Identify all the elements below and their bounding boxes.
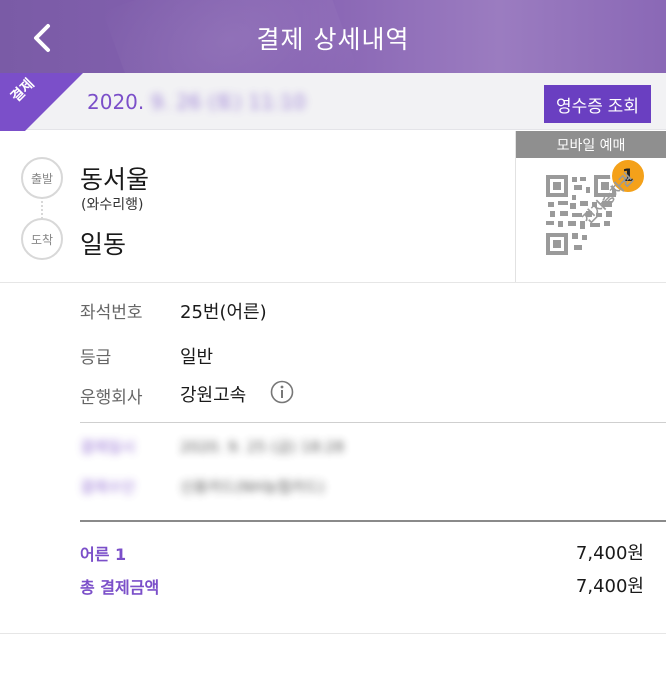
total-amount-label: 총 결제금액: [80, 578, 160, 597]
payment-date-blurred: 9. 26 (토) 11:10: [144, 90, 306, 114]
page-title: 결제 상세내역: [256, 25, 410, 54]
payment-method-label: 결제수단: [80, 478, 136, 496]
details-divider: [80, 422, 666, 423]
receipt-button[interactable]: 영수증 조회: [544, 85, 651, 123]
payment-datetime-value: 2020. 9. 25 (금) 18:28: [180, 438, 345, 456]
departure-terminal: 동서울: [80, 165, 150, 194]
route-via: (와수리행): [81, 197, 144, 213]
adult-fare-label: 어른 1: [80, 545, 127, 564]
grade-label: 등급: [80, 348, 112, 368]
payment-datetime-label: 결제일시: [80, 438, 136, 456]
mobile-ticket-label: 모바일 예매: [516, 131, 666, 158]
seat-label: 좌석번호: [80, 303, 143, 323]
adult-fare-amount: 7,400원: [575, 543, 644, 564]
summary-divider: [80, 520, 666, 522]
departure-badge: 출발: [21, 157, 63, 199]
bottom-divider: [0, 633, 666, 634]
total-amount-value: 7,400원: [575, 576, 644, 597]
arrival-badge: 도착: [21, 218, 63, 260]
payment-date-year: 2020.: [87, 90, 145, 114]
seat-value: 25번(어른): [180, 302, 267, 323]
company-value: 강원고속: [180, 385, 247, 406]
payment-date: 2020. 9. 26 (토) 11:10: [87, 86, 306, 115]
payment-method-value: 신용카드(NH농협카드): [180, 478, 325, 496]
company-label: 운행회사: [80, 388, 143, 408]
route-connector: [41, 197, 43, 219]
info-icon[interactable]: [270, 380, 294, 404]
grade-value: 일반: [180, 347, 214, 368]
arrival-terminal: 일동: [80, 230, 127, 259]
